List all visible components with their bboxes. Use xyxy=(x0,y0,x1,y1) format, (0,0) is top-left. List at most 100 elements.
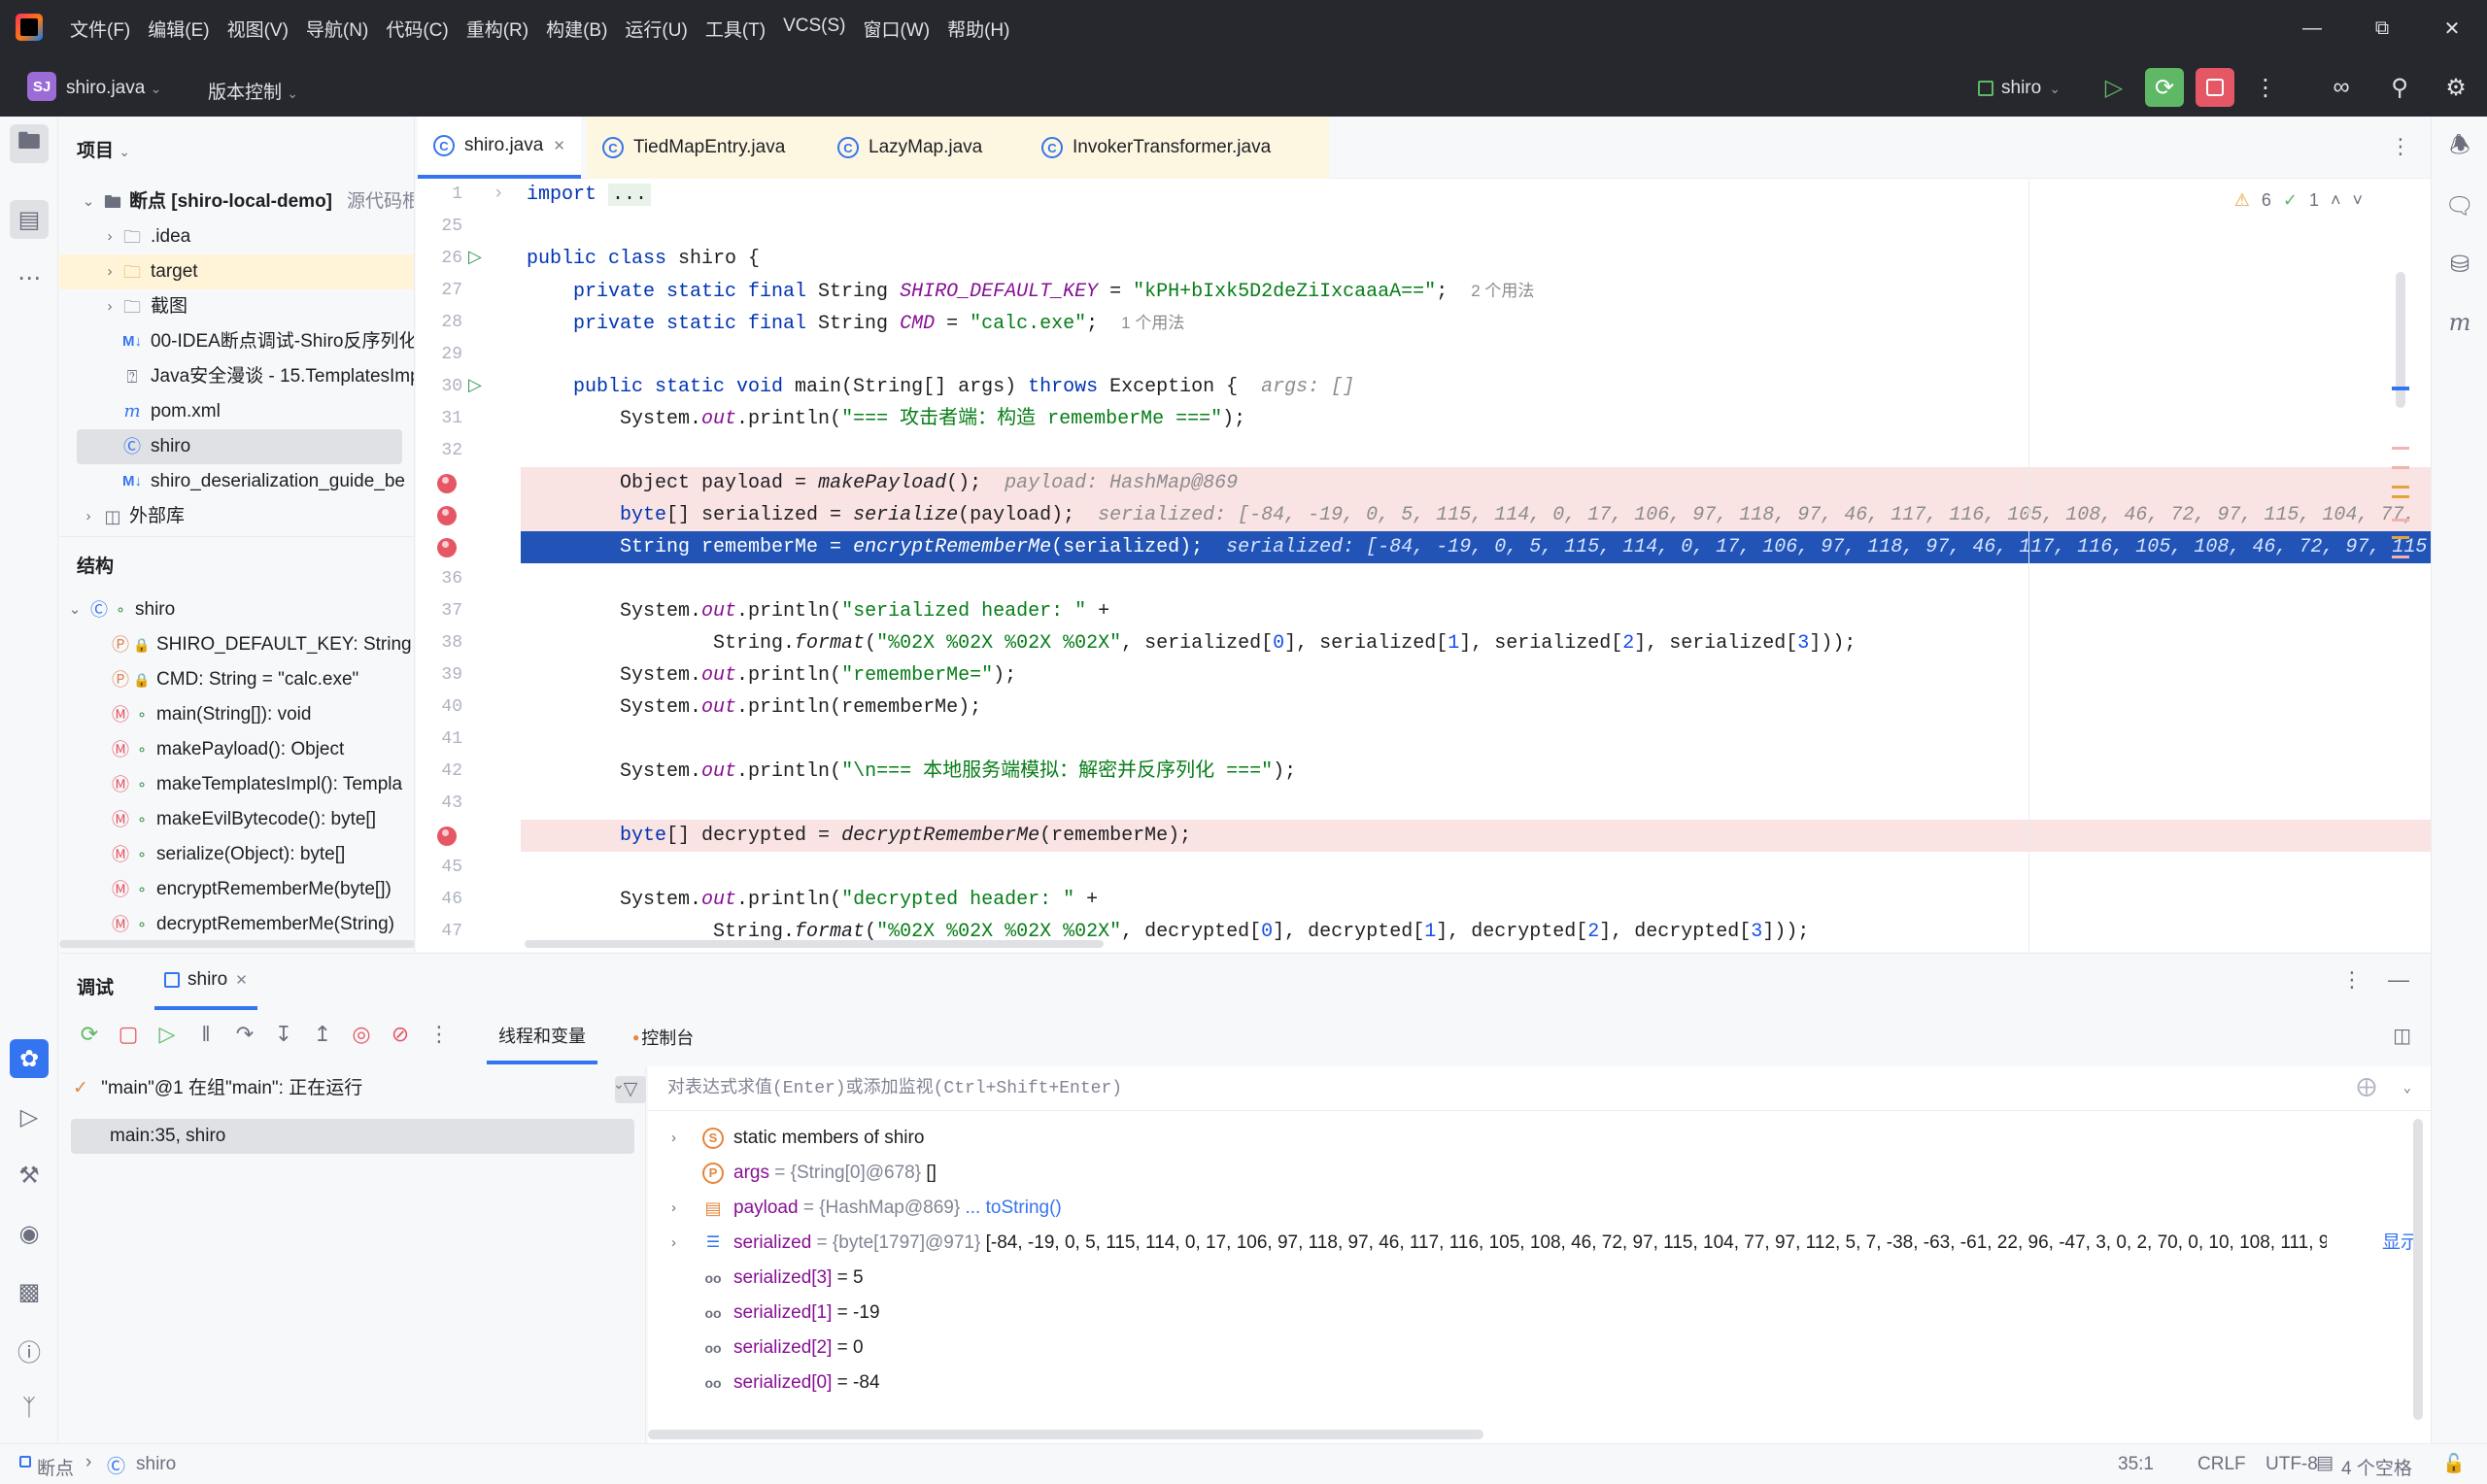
tree-item-external-libs[interactable]: › ◫ 外部库 xyxy=(59,499,414,534)
close-tab-icon[interactable]: ✕ xyxy=(553,137,565,154)
breakpoint-icon[interactable] xyxy=(437,506,457,525)
run-gutter-icon[interactable]: ▷ xyxy=(468,375,482,395)
debug-subtab-threads[interactable]: 线程和变量 xyxy=(487,1010,597,1064)
horizontal-scrollbar[interactable] xyxy=(59,940,414,948)
pause-icon[interactable]: ‖ xyxy=(193,1022,219,1047)
menu-help[interactable]: 帮助(H) xyxy=(947,16,1009,42)
tree-item-screenshots[interactable]: › 🗀 截图 xyxy=(59,289,414,324)
debug-bug-icon[interactable]: ✿ xyxy=(10,1039,49,1078)
variable-row-watch[interactable]: oo serialized[1] = -19 xyxy=(648,1296,2431,1331)
maven-icon[interactable]: m xyxy=(2440,303,2479,342)
panel-separator[interactable] xyxy=(59,536,414,537)
breadcrumb-class[interactable]: shiro xyxy=(136,1454,176,1475)
variable-row-watch[interactable]: oo serialized[0] = -84 xyxy=(648,1366,2431,1400)
menu-view[interactable]: 视图(V) xyxy=(227,16,289,42)
usages-hint[interactable]: 1 个用法 xyxy=(1121,314,1184,332)
build-hammer-icon[interactable]: ⚒ xyxy=(10,1156,49,1195)
tree-item-guide[interactable]: M↓ shiro_deserialization_guide_be xyxy=(59,464,414,499)
database-icon[interactable]: ⛁ xyxy=(2440,245,2479,284)
horizontal-scrollbar[interactable] xyxy=(525,940,1104,948)
services-icon[interactable]: ◉ xyxy=(10,1214,49,1253)
evaluate-expression-input[interactable]: 对表达式求值(Enter)或添加监视(Ctrl+Shift+Enter) ⨁ ⌄ xyxy=(648,1066,2431,1111)
line-separator[interactable]: CRLF xyxy=(2197,1454,2246,1475)
code-area[interactable]: import ... public class shiro { private … xyxy=(521,179,2431,952)
project-folder-icon[interactable]: 🖿 xyxy=(10,124,49,163)
project-panel-title[interactable]: 项目 ⌄ xyxy=(77,136,130,162)
chevron-down-icon[interactable]: ˅ xyxy=(2352,190,2363,211)
structure-member[interactable]: Ⓟ 🔒 SHIRO_DEFAULT_KEY: String xyxy=(59,627,414,662)
intellij-logo-icon[interactable] xyxy=(16,14,43,41)
minimize-icon[interactable]: — xyxy=(2277,0,2347,56)
resume-icon[interactable]: ▷ xyxy=(154,1022,180,1047)
inspection-widget[interactable]: ⚠ 6 ✓ 1 ˄ ˅ xyxy=(2234,190,2363,211)
folded-imports[interactable]: ... xyxy=(608,184,652,206)
rerun-debug-button[interactable]: ⟳ xyxy=(2145,68,2184,107)
chevron-down-icon[interactable]: ⌄ xyxy=(65,592,85,627)
breakpoint-icon[interactable] xyxy=(437,826,457,846)
variable-row-watch[interactable]: oo serialized[3] = 5 xyxy=(648,1261,2431,1296)
variable-row-watch[interactable]: oo serialized[2] = 0 xyxy=(648,1331,2431,1366)
tree-item-root[interactable]: ⌄ 🖿 断点 [shiro-local-demo] 源代码根 xyxy=(59,185,414,219)
horizontal-scrollbar[interactable] xyxy=(648,1430,1483,1439)
tree-item-pdf[interactable]: ⍰ Java安全漫谈 - 15.TemplatesImpl xyxy=(59,359,414,394)
stop-icon[interactable]: ▢ xyxy=(116,1022,141,1047)
debug-subtab-console[interactable]: ● 控制台 xyxy=(623,1010,703,1064)
tree-item-idea[interactable]: › 🗀 .idea xyxy=(59,219,414,254)
close-icon[interactable]: ✕ xyxy=(2417,0,2487,56)
menu-refactor[interactable]: 重构(R) xyxy=(466,16,528,42)
structure-icon[interactable]: ▤ xyxy=(10,200,49,239)
debug-session-tab[interactable]: shiro ✕ xyxy=(154,954,257,1010)
close-tab-icon[interactable]: ✕ xyxy=(235,971,248,989)
restore-icon[interactable]: ⧉ xyxy=(2347,0,2417,56)
stop-button[interactable] xyxy=(2196,68,2234,107)
structure-member[interactable]: Ⓟ 🔒 CMD: String = "calc.exe" xyxy=(59,662,414,697)
project-badge[interactable]: SJ xyxy=(27,72,56,101)
chevron-right-icon[interactable]: › xyxy=(100,254,119,289)
variable-row-static[interactable]: › S static members of shiro xyxy=(648,1121,2431,1156)
settings-gear-icon[interactable]: ⚙ xyxy=(2436,68,2475,107)
step-into-icon[interactable]: ↧ xyxy=(271,1022,296,1047)
git-branch-icon[interactable]: ᛉ xyxy=(10,1389,49,1428)
variable-row-args[interactable]: P args = {String[0]@678} [] xyxy=(648,1156,2431,1191)
caret-position[interactable]: 35:1 xyxy=(2118,1454,2154,1475)
variable-row-payload[interactable]: › ▤ payload = {HashMap@869} ... toString… xyxy=(648,1191,2431,1226)
chevron-down-icon[interactable]: ⌄ xyxy=(79,185,98,219)
error-stripe[interactable] xyxy=(2392,272,2409,563)
menu-run[interactable]: 运行(U) xyxy=(625,16,687,42)
view-breakpoints-icon[interactable]: ◎ xyxy=(349,1022,374,1047)
minimize-panel-icon[interactable]: — xyxy=(2388,967,2409,993)
tab-actions-icon[interactable]: ⋮ xyxy=(2390,134,2411,159)
chevron-down-icon[interactable]: ⌄ xyxy=(2403,1066,2411,1111)
resume-icon[interactable]: ▷ xyxy=(2095,68,2133,107)
structure-member[interactable]: Ⓜ ⚬ makePayload(): Object xyxy=(59,732,414,767)
project-switcher[interactable]: shiro.java ⌄ xyxy=(66,78,161,99)
run-config-selector[interactable]: shiro ⌄ xyxy=(1978,78,2061,99)
ai-assistant-icon[interactable]: ∞ xyxy=(2322,68,2361,107)
structure-member[interactable]: Ⓜ ⚬ makeTemplatesImpl(): Templa xyxy=(59,767,414,802)
notifications-bell-icon[interactable]: 🕭 xyxy=(2440,128,2479,167)
chevron-right-icon[interactable]: › xyxy=(671,1191,676,1226)
more-actions-icon[interactable]: ⋮ xyxy=(2246,68,2285,107)
structure-member[interactable]: Ⓜ ⚬ serialize(Object): byte[] xyxy=(59,837,414,872)
chevron-right-icon[interactable]: › xyxy=(671,1226,676,1261)
menu-navigate[interactable]: 导航(N) xyxy=(306,16,368,42)
tree-item-pom[interactable]: m pom.xml xyxy=(59,394,414,429)
menu-tools[interactable]: 工具(T) xyxy=(705,16,766,42)
run-icon[interactable]: ▷ xyxy=(10,1097,49,1136)
search-icon[interactable]: ⚲ xyxy=(2380,68,2419,107)
readonly-toggle-icon[interactable]: 🔓 xyxy=(2442,1452,2466,1475)
run-gutter-icon[interactable]: ▷ xyxy=(468,247,482,267)
structure-member[interactable]: Ⓜ ⚬ main(String[]): void xyxy=(59,697,414,732)
breakpoint-icon[interactable] xyxy=(437,538,457,557)
more-actions-icon[interactable]: ⋮ xyxy=(426,1022,452,1047)
structure-member[interactable]: Ⓜ ⚬ encryptRememberMe(byte[]) xyxy=(59,872,414,907)
more-tools-icon[interactable]: ⋯ xyxy=(10,258,49,297)
chevron-right-icon[interactable]: › xyxy=(671,1121,676,1156)
structure-root[interactable]: ⌄ Ⓒ ⚬ shiro xyxy=(59,592,414,627)
editor-gutter[interactable]: 1 › 25 26 ▷ 27 28 29 30 ▷ 31 32 36 37 38… xyxy=(416,179,521,952)
tab-lazymap[interactable]: C LazyMap.java xyxy=(822,117,1026,179)
menu-edit[interactable]: 编辑(E) xyxy=(148,16,209,42)
breadcrumb-module[interactable]: 断点 xyxy=(37,1454,74,1480)
chevron-right-icon[interactable]: › xyxy=(100,219,119,254)
menu-build[interactable]: 构建(B) xyxy=(546,16,607,42)
